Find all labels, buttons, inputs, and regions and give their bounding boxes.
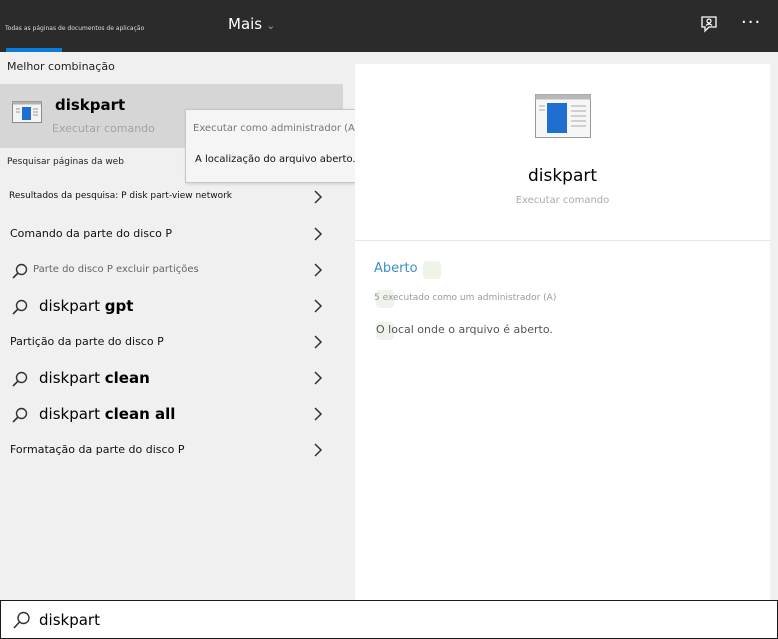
web-result-item[interactable]: diskpart clean all — [0, 397, 343, 433]
chevron-right-icon[interactable] — [313, 335, 323, 349]
tab-more[interactable]: Mais ⌄ — [228, 15, 275, 33]
search-box[interactable]: diskpart — [0, 600, 778, 639]
web-result-item[interactable]: diskpart gpt — [0, 289, 343, 325]
action-open-location[interactable]: O local onde o arquivo é aberto. — [376, 323, 553, 336]
top-bar: Todas as páginas de documentos de aplica… — [0, 0, 778, 52]
list-item-label: diskpart clean all — [39, 405, 175, 423]
list-item-label: diskpart clean — [39, 369, 150, 387]
list-item-label: Resultados da pesquisa: P disk part-view… — [9, 191, 232, 201]
list-item-label: Comando da parte do disco P — [10, 227, 172, 240]
preview-subtitle: Executar comando — [515, 195, 610, 206]
best-match-title: diskpart — [55, 96, 126, 114]
query-prefix: diskpart — [39, 297, 105, 315]
search-icon — [13, 611, 31, 633]
diskpart-app-icon — [12, 101, 42, 127]
search-icon — [12, 407, 28, 427]
diskpart-app-icon — [535, 94, 591, 142]
best-match-heading: Melhor combinação — [7, 60, 115, 73]
search-icon — [12, 299, 28, 319]
web-result-item[interactable]: Partição da parte do disco P — [0, 325, 343, 361]
chevron-right-icon[interactable] — [313, 371, 323, 385]
chevron-right-icon[interactable] — [313, 190, 323, 204]
search-input[interactable]: diskpart — [39, 611, 100, 629]
chevron-right-icon[interactable] — [313, 263, 323, 277]
web-result-item[interactable]: Parte do disco P excluir partições — [0, 253, 343, 289]
query-suggestion: gpt — [104, 297, 134, 315]
context-menu: Executar como administrador (A) A locali… — [185, 109, 361, 183]
query-suggestion: clean all — [104, 405, 176, 423]
web-result-item[interactable]: Resultados da pesquisa: P disk part-view… — [0, 180, 343, 216]
tab-all[interactable]: Todas as páginas de documentos de aplica… — [0, 0, 144, 52]
preview-title: diskpart — [527, 166, 598, 186]
open-icon — [423, 261, 441, 279]
query-suggestion: clean — [104, 369, 150, 387]
tab-all-label: Todas as páginas de documentos de aplica… — [5, 25, 145, 32]
web-section-heading: Pesquisar páginas da web — [7, 157, 124, 167]
chevron-down-icon: ⌄ — [266, 19, 276, 32]
action-run-as-admin[interactable]: 5 executado como um administrador (A) — [374, 293, 556, 303]
action-open[interactable]: Aberto — [374, 261, 418, 276]
list-item-label: Partição da parte do disco P — [10, 335, 164, 348]
preview-card: diskpart Executar comando Aberto 5 execu… — [355, 64, 770, 600]
chevron-right-icon[interactable] — [313, 443, 323, 457]
feedback-icon[interactable] — [699, 14, 721, 36]
list-item-label: Parte do disco P excluir partições — [33, 264, 199, 275]
query-prefix: diskpart — [39, 369, 105, 387]
best-match-subtitle: Executar comando — [52, 122, 155, 135]
web-result-item[interactable]: Comando da parte do disco P — [0, 217, 343, 253]
web-result-item[interactable]: diskpart clean — [0, 361, 343, 397]
search-icon — [12, 371, 28, 391]
list-item-label: diskpart gpt — [39, 297, 133, 315]
tab-more-label: Mais — [228, 15, 263, 33]
menu-item-open-location[interactable]: A localização do arquivo aberto. — [195, 154, 356, 165]
chevron-right-icon[interactable] — [313, 407, 323, 421]
query-prefix: diskpart — [39, 405, 105, 423]
menu-item-run-as-admin[interactable]: Executar como administrador (A) — [193, 123, 359, 134]
chevron-right-icon[interactable] — [313, 299, 323, 313]
web-result-item[interactable]: Formatação da parte do disco P — [0, 433, 343, 469]
list-item-label: Formatação da parte do disco P — [10, 443, 185, 456]
more-options-icon[interactable]: ··· — [741, 12, 761, 33]
search-icon — [12, 263, 28, 283]
chevron-right-icon[interactable] — [313, 227, 323, 241]
divider — [355, 240, 770, 241]
